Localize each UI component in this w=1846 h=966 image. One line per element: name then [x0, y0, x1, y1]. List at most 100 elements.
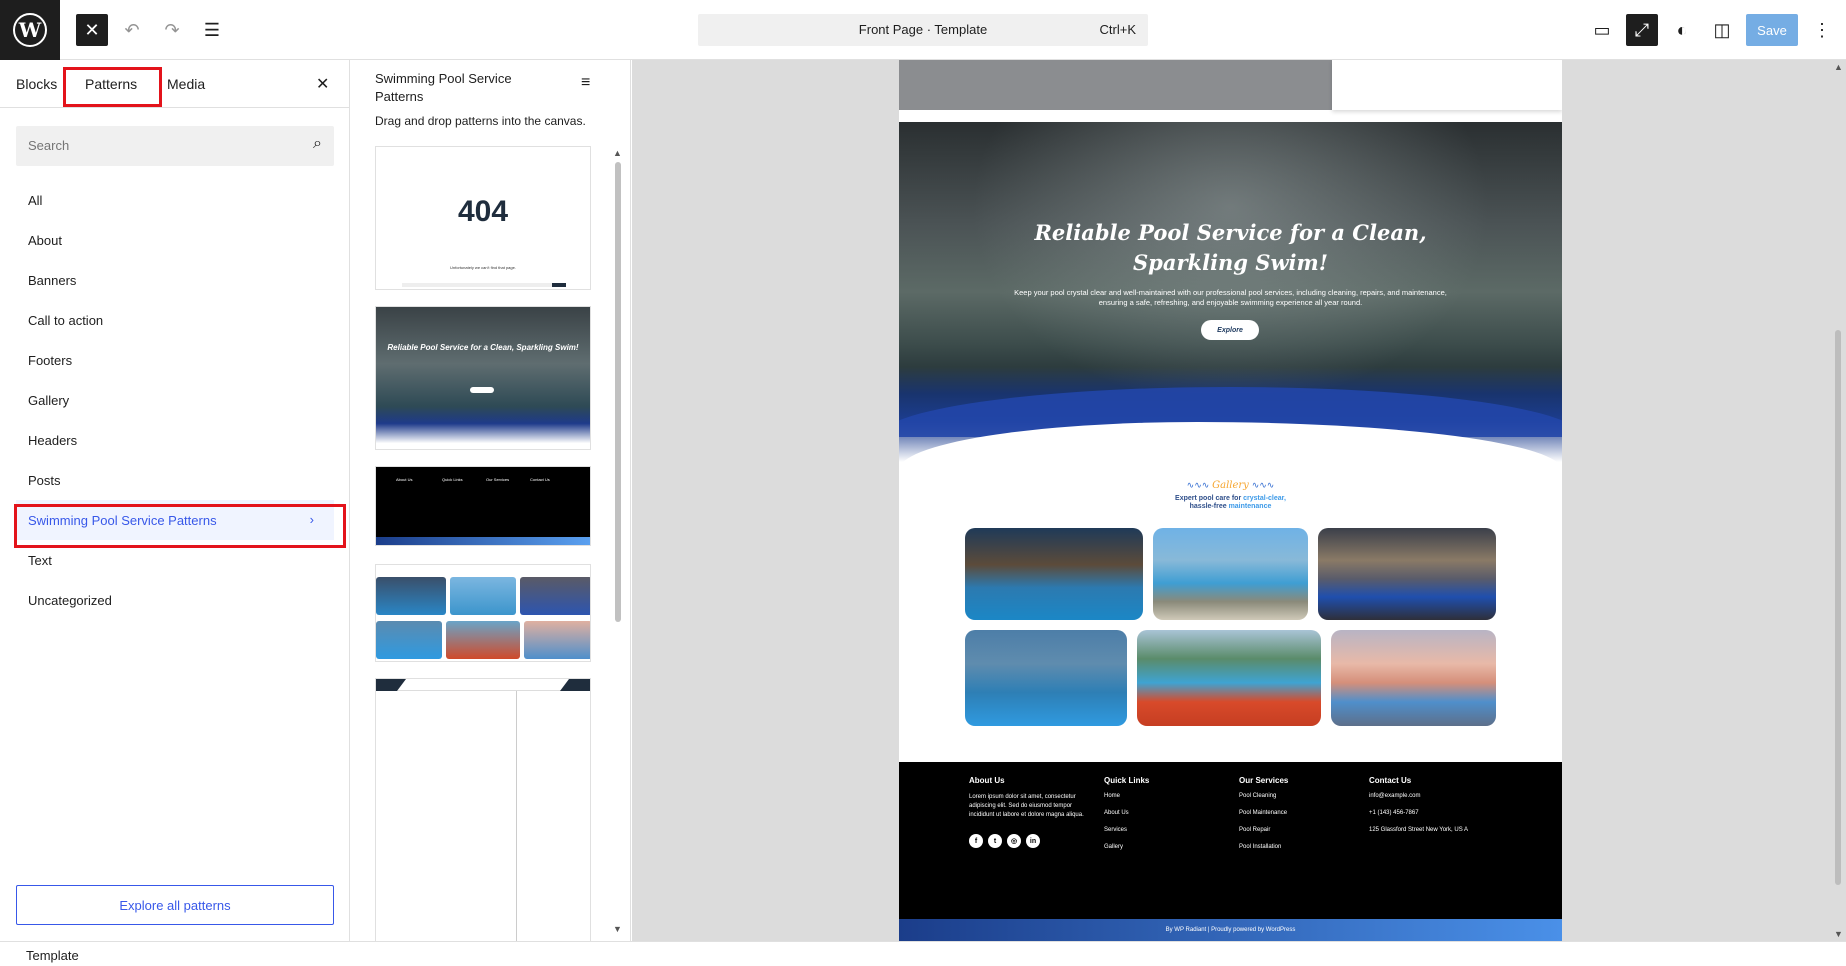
explore-button[interactable]: Explore	[1201, 320, 1259, 340]
header-remnant	[899, 60, 1562, 110]
category-footers[interactable]: Footers	[16, 340, 334, 380]
footer-service[interactable]: Pool Cleaning	[1239, 793, 1349, 799]
pattern-footer-col: Our Services	[486, 477, 510, 482]
scroll-down-icon: ▼	[1834, 929, 1843, 939]
zoom-out-icon[interactable]: ⤢	[1626, 14, 1658, 46]
pattern-card-footer[interactable]: About Us Quick Links Our Services Contac…	[375, 466, 591, 546]
gallery-image[interactable]	[1137, 630, 1321, 726]
gallery-image[interactable]	[1153, 528, 1308, 620]
wordpress-icon: W	[13, 13, 47, 47]
twitter-icon[interactable]: t	[988, 834, 1002, 848]
active-category-highlight	[14, 504, 346, 548]
category-banners[interactable]: Banners	[16, 260, 334, 300]
scroll-up-icon: ▲	[613, 148, 622, 158]
scroll-down-icon: ▼	[613, 924, 622, 934]
options-menu-icon[interactable]: ⋮	[1806, 14, 1838, 46]
footer-about-column: About Us Lorem ipsum dolor sit amet, con…	[969, 776, 1091, 848]
pattern-contact-divider	[516, 691, 517, 943]
gallery-heading-group: ∿∿∿ Gallery ∿∿∿ Expert pool care for cry…	[899, 480, 1562, 511]
pattern-card-banner[interactable]: Reliable Pool Service for a Clean, Spark…	[375, 306, 591, 450]
template-preview[interactable]: Reliable Pool Service for a Clean, Spark…	[899, 60, 1562, 941]
gallery-image[interactable]	[965, 528, 1143, 620]
scroll-up-icon: ▲	[1834, 62, 1843, 72]
category-all[interactable]: All	[16, 180, 334, 220]
gallery-thumb-image	[524, 621, 590, 659]
site-footer[interactable]: About Us Lorem ipsum dolor sit amet, con…	[899, 762, 1562, 941]
footer-service[interactable]: Pool Installation	[1239, 844, 1349, 850]
footer-links-column: Quick Links Home About Us Services Galle…	[1104, 776, 1204, 861]
linkedin-icon[interactable]: in	[1026, 834, 1040, 848]
category-headers[interactable]: Headers	[16, 420, 334, 460]
styles-icon[interactable]: ◐	[1666, 14, 1698, 46]
gallery-image[interactable]	[965, 630, 1127, 726]
hero-banner[interactable]: Reliable Pool Service for a Clean, Spark…	[899, 122, 1562, 462]
close-icon[interactable]: ✕	[316, 74, 329, 94]
footer-links-title: Quick Links	[1104, 776, 1150, 785]
search-input[interactable]: Search ⌕	[16, 126, 334, 166]
footer-service[interactable]: Pool Repair	[1239, 827, 1349, 833]
pattern-card-gallery[interactable]	[375, 564, 591, 662]
editor-top-bar: W ✕ ↶ ↷ ☰ Front Page · Template Ctrl+K ▭…	[0, 0, 1846, 60]
device-preview-icon[interactable]: ▭	[1586, 14, 1618, 46]
category-about[interactable]: About	[16, 220, 334, 260]
command-shortcut: Ctrl+K	[1099, 22, 1136, 37]
category-posts[interactable]: Posts	[16, 460, 334, 500]
footer-services-column: Our Services Pool Cleaning Pool Maintena…	[1239, 776, 1349, 861]
pattern-header-shape	[376, 679, 406, 691]
save-button[interactable]: Save	[1746, 14, 1798, 46]
search-placeholder: Search	[28, 138, 70, 153]
close-inserter-button[interactable]: ✕	[76, 14, 108, 46]
gallery-title: ∿∿∿ Gallery ∿∿∿	[899, 480, 1562, 491]
pattern-list-title: Swimming Pool Service Patterns	[375, 71, 512, 104]
instagram-icon[interactable]: ◎	[1007, 834, 1021, 848]
pattern-404-search-button	[552, 283, 566, 287]
pattern-list-scrollbar[interactable]: ▲ ▼	[613, 148, 622, 934]
footer-service[interactable]: Pool Maintenance	[1239, 810, 1349, 816]
command-palette-button[interactable]: Front Page · Template Ctrl+K	[698, 14, 1148, 46]
footer-link[interactable]: Gallery	[1104, 844, 1204, 850]
undo-icon[interactable]: ↶	[116, 14, 148, 46]
pattern-list-description: Drag and drop patterns into the canvas.	[375, 114, 586, 128]
header-image-strip	[899, 60, 1332, 110]
pattern-list-panel: Swimming Pool Service Patterns ≡ Drag an…	[351, 60, 631, 944]
pattern-banner-heading: Reliable Pool Service for a Clean, Spark…	[387, 343, 579, 352]
pattern-404-text: Unfortunately we can't find that page.	[450, 265, 516, 270]
gallery-sub-text: Expert pool care for	[1175, 495, 1242, 502]
footer-link[interactable]: Services	[1104, 827, 1204, 833]
footer-link[interactable]: About Us	[1104, 810, 1204, 816]
status-bar: Template	[0, 941, 1846, 966]
gallery-thumb-image	[376, 621, 442, 659]
gallery-image[interactable]	[1318, 528, 1496, 620]
scrollbar-thumb[interactable]	[1835, 330, 1841, 885]
gallery-sub-highlight: maintenance	[1228, 503, 1272, 510]
category-gallery[interactable]: Gallery	[16, 380, 334, 420]
pattern-card-404[interactable]: 404 Unfortunately we can't find that pag…	[375, 146, 591, 290]
pattern-footer-bottom-bar	[376, 537, 590, 545]
pattern-contact-header	[376, 679, 590, 691]
editor-canvas: Reliable Pool Service for a Clean, Spark…	[632, 60, 1846, 941]
redo-icon[interactable]: ↷	[156, 14, 188, 46]
pattern-card-contact[interactable]	[375, 678, 591, 944]
facebook-icon[interactable]: f	[969, 834, 983, 848]
footer-about-title: About Us	[969, 776, 1005, 785]
hero-text: Keep your pool crystal clear and well-ma…	[1014, 288, 1447, 307]
category-uncategorized[interactable]: Uncategorized	[16, 580, 334, 620]
wordpress-logo-button[interactable]: W	[0, 0, 60, 60]
tab-blocks[interactable]: Blocks	[16, 76, 57, 92]
canvas-scrollbar[interactable]: ▲ ▼	[1832, 60, 1844, 941]
footer-link[interactable]: Home	[1104, 793, 1204, 799]
tab-media[interactable]: Media	[167, 76, 205, 92]
footer-contact-item: +1 (143) 456-7867	[1369, 810, 1419, 816]
block-inserter-panel: Blocks Patterns Media ✕ Search ⌕ All Abo…	[0, 60, 350, 941]
explore-all-patterns-button[interactable]: Explore all patterns	[16, 885, 334, 925]
patterns-tab-highlight	[63, 67, 162, 107]
gallery-title-text: Gallery	[1212, 480, 1249, 491]
settings-sidebar-icon[interactable]: ◫	[1706, 14, 1738, 46]
pattern-footer-col: About Us	[396, 477, 413, 482]
filter-icon[interactable]: ≡	[581, 74, 590, 92]
category-call-to-action[interactable]: Call to action	[16, 300, 334, 340]
scrollbar-thumb[interactable]	[615, 162, 621, 622]
breadcrumb-template[interactable]: Template	[26, 948, 79, 963]
list-view-icon[interactable]: ☰	[196, 14, 228, 46]
gallery-image[interactable]	[1331, 630, 1496, 726]
